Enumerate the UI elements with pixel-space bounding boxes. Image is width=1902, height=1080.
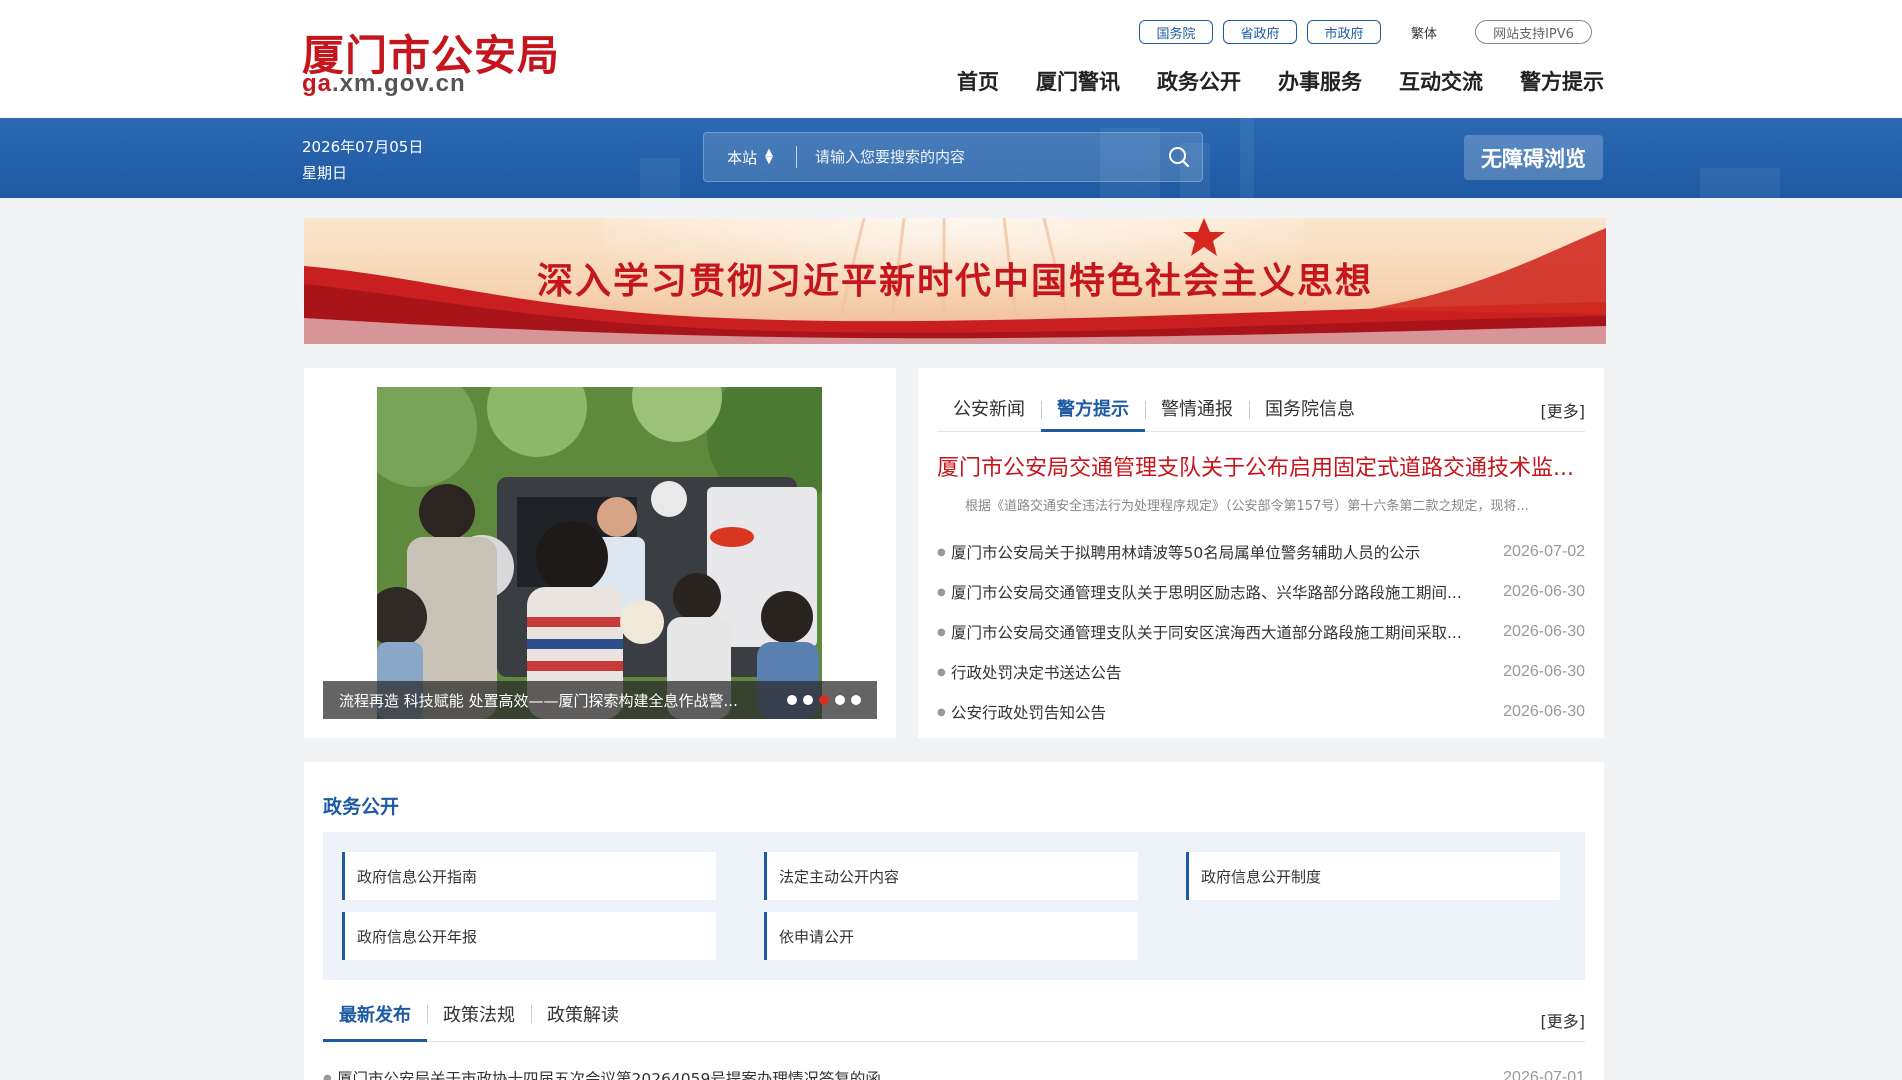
carousel-dot[interactable] (835, 695, 845, 705)
news-item-date: 2026-06-30 (1503, 703, 1585, 720)
carousel-dot-active[interactable] (819, 695, 829, 705)
list-item[interactable]: ● 厦门市公安局关于市政协十四届五次会议第20264059号提案办理情况答复的函… (323, 1058, 1585, 1080)
site-domain: ga.xm.gov.cn (302, 70, 466, 98)
traditional-chinese-link[interactable]: 繁体 (1411, 23, 1437, 42)
tab-police-reports[interactable]: 警情通报 (1145, 398, 1249, 432)
nav-xiamen-police-news[interactable]: 厦门警讯 (1036, 66, 1120, 96)
search-button[interactable] (1156, 133, 1202, 181)
news-list: ● 厦门市公安局关于拟聘用林靖波等50名局属单位警务辅助人员的公示 2026-0… (937, 532, 1585, 732)
gov-link-disclosure-on-request[interactable]: 依申请公开 (764, 912, 1138, 960)
accessibility-button[interactable]: 无障碍浏览 (1464, 135, 1603, 180)
news-item-title: 公安行政处罚告知公告 (951, 704, 1107, 722)
link-provincial-gov[interactable]: 省政府 (1223, 20, 1297, 44)
photo-carousel: 流程再造 科技赋能 处置高效——厦门探索构建全息作战警... (304, 368, 896, 738)
news-item-date: 2026-06-30 (1503, 623, 1585, 640)
weekday-text: 星期日 (302, 164, 348, 182)
nav-home[interactable]: 首页 (957, 66, 999, 96)
gov-item-title: 厦门市公安局关于市政协十四届五次会议第20264059号提案办理情况答复的函 (337, 1070, 881, 1080)
link-state-council[interactable]: 国务院 (1139, 20, 1213, 44)
nav-gov-affairs[interactable]: 政务公开 (1157, 66, 1241, 96)
gov-link-disclosure-system[interactable]: 政府信息公开制度 (1186, 852, 1560, 900)
bullet-icon: ● (937, 546, 946, 558)
tab-state-council-info[interactable]: 国务院信息 (1249, 398, 1371, 432)
gov-affairs-section: 政务公开 政府信息公开指南 法定主动公开内容 政府信息公开制度 政府信息公开年报… (304, 762, 1604, 1080)
list-item[interactable]: ● 厦门市公安局交通管理支队关于思明区励志路、兴华路部分路段施工期间... 20… (937, 572, 1585, 612)
news-more-link[interactable]: [更多] (1541, 398, 1586, 422)
news-headline[interactable]: 厦门市公安局交通管理支队关于公布启用固定式道路交通技术监... (937, 450, 1585, 482)
bullet-icon: ● (323, 1072, 332, 1080)
carousel-caption-bar: 流程再造 科技赋能 处置高效——厦门探索构建全息作战警... (323, 681, 877, 719)
news-item-date: 2026-07-02 (1503, 543, 1585, 560)
domain-suffix: .xm.gov.cn (332, 70, 466, 97)
site-header: 厦门市公安局 ga.xm.gov.cn 国务院 省政府 市政府 繁体 网站支持I… (0, 0, 1902, 118)
carousel-dot[interactable] (851, 695, 861, 705)
ipv6-badge: 网站支持IPV6 (1475, 20, 1593, 44)
utility-bar: 2026年07月05日 星期日 本站 ▲▼ 无障碍浏览 (0, 118, 1902, 198)
search-input[interactable] (797, 133, 1156, 181)
search-box: 本站 ▲ ▼ (703, 132, 1203, 182)
news-item-title: 厦门市公安局交通管理支队关于思明区励志路、兴华路部分路段施工期间... (951, 584, 1462, 602)
carousel-photo[interactable] (377, 387, 822, 719)
skyline-decoration (1240, 118, 1254, 198)
theme-banner[interactable]: 深入学习贯彻习近平新时代中国特色社会主义思想 (304, 218, 1606, 344)
gov-link-guide[interactable]: 政府信息公开指南 (342, 852, 716, 900)
gov-tabs: 最新发布 政策法规 政策解读 [更多] (323, 1002, 1585, 1042)
bullet-icon: ● (937, 586, 946, 598)
tab-police-news[interactable]: 公安新闻 (937, 398, 1041, 432)
list-item[interactable]: ● 厦门市公安局交通管理支队关于同安区滨海西大道部分路段施工期间采取... 20… (937, 612, 1585, 652)
tab-latest-releases[interactable]: 最新发布 (323, 1002, 427, 1042)
list-item[interactable]: ● 公安行政处罚告知公告 2026-06-30 (937, 692, 1585, 732)
gov-link-annual-report[interactable]: 政府信息公开年报 (342, 912, 716, 960)
bullet-icon: ● (937, 666, 946, 678)
tab-policy-interpretation[interactable]: 政策解读 (531, 1002, 635, 1042)
search-scope-select[interactable]: 本站 ▲ ▼ (704, 147, 796, 168)
nav-police-tips[interactable]: 警方提示 (1520, 66, 1604, 96)
nav-services[interactable]: 办事服务 (1278, 66, 1362, 96)
news-tabs: 公安新闻 警方提示 警情通报 国务院信息 [更多] (937, 398, 1585, 432)
search-icon (1169, 147, 1190, 168)
tab-police-tips[interactable]: 警方提示 (1041, 398, 1145, 432)
main-nav: 首页 厦门警讯 政务公开 办事服务 互动交流 警方提示 (920, 66, 1604, 96)
date-text: 2026年07月05日 (302, 138, 424, 156)
bullet-icon: ● (937, 706, 946, 718)
list-item[interactable]: ● 行政处罚决定书送达公告 2026-06-30 (937, 652, 1585, 692)
news-summary: 根据《道路交通安全违法行为处理程序规定》（公安部令第157号）第十六条第二款之规… (965, 499, 1529, 514)
banner-slogan: 深入学习贯彻习近平新时代中国特色社会主义思想 (536, 260, 1373, 302)
carousel-dots (787, 695, 867, 705)
search-scope-label: 本站 (727, 148, 758, 167)
carousel-caption[interactable]: 流程再造 科技赋能 处置高效——厦门探索构建全息作战警... (339, 690, 777, 711)
news-item-title: 厦门市公安局关于拟聘用林靖波等50名局属单位警务辅助人员的公示 (951, 544, 1421, 562)
skyline-decoration (1700, 168, 1780, 198)
gov-list: ● 厦门市公安局关于市政协十四届五次会议第20264059号提案办理情况答复的函… (323, 1058, 1585, 1080)
top-links: 国务院 省政府 市政府 繁体 网站支持IPV6 (1139, 20, 1593, 44)
news-item-title: 厦门市公安局交通管理支队关于同安区滨海西大道部分路段施工期间采取... (951, 624, 1462, 642)
link-city-gov[interactable]: 市政府 (1307, 20, 1381, 44)
domain-prefix: ga (302, 70, 333, 97)
news-item-title: 行政处罚决定书送达公告 (951, 664, 1122, 682)
gov-links-grid: 政府信息公开指南 法定主动公开内容 政府信息公开制度 政府信息公开年报 依申请公… (323, 832, 1585, 980)
section-title: 政务公开 (323, 796, 400, 818)
tab-policies-regulations[interactable]: 政策法规 (427, 1002, 531, 1042)
gov-item-date: 2026-07-01 (1503, 1069, 1585, 1080)
skyline-decoration (640, 158, 680, 198)
photo-police-with-children (377, 387, 822, 719)
news-item-date: 2026-06-30 (1503, 663, 1585, 680)
current-date: 2026年07月05日 星期日 (302, 134, 423, 186)
carousel-dot[interactable] (787, 695, 797, 705)
news-panel: 公安新闻 警方提示 警情通报 国务院信息 [更多] 厦门市公安局交通管理支队关于… (918, 368, 1604, 738)
gov-more-link[interactable]: [更多] (1541, 1008, 1586, 1032)
list-item[interactable]: ● 厦门市公安局关于拟聘用林靖波等50名局属单位警务辅助人员的公示 2026-0… (937, 532, 1585, 572)
carousel-dot[interactable] (803, 695, 813, 705)
news-item-date: 2026-06-30 (1503, 583, 1585, 600)
sort-arrows-icon: ▲ ▼ (765, 147, 773, 166)
nav-interaction[interactable]: 互动交流 (1399, 66, 1483, 96)
gov-link-statutory-disclosure[interactable]: 法定主动公开内容 (764, 852, 1138, 900)
bullet-icon: ● (937, 626, 946, 638)
